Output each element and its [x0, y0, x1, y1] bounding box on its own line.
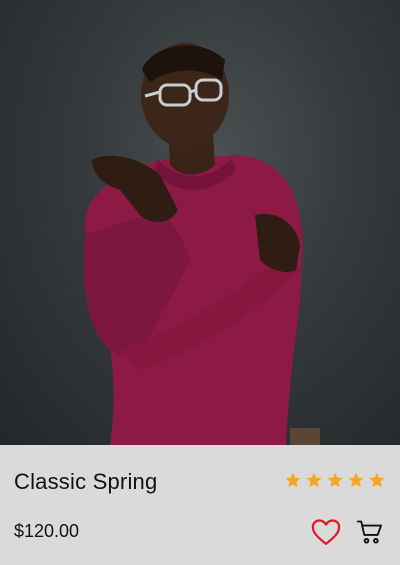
heart-icon [311, 519, 341, 545]
star-icon [327, 472, 343, 488]
star-icon [285, 472, 301, 488]
product-actions [310, 517, 386, 547]
product-price: $120.00 [14, 521, 80, 541]
product-card[interactable]: Classic Spring $120.00 [0, 0, 400, 565]
favorite-button[interactable] [310, 517, 342, 547]
star-icon [369, 472, 385, 488]
rating-stars [284, 471, 386, 491]
cart-icon [356, 520, 383, 544]
star-icon [348, 472, 364, 488]
star-icon [306, 472, 322, 488]
add-to-cart-button[interactable] [354, 517, 386, 547]
product-info-panel: Classic Spring $120.00 [0, 445, 400, 565]
product-image[interactable] [0, 0, 400, 445]
product-title: Classic Spring [14, 469, 158, 494]
